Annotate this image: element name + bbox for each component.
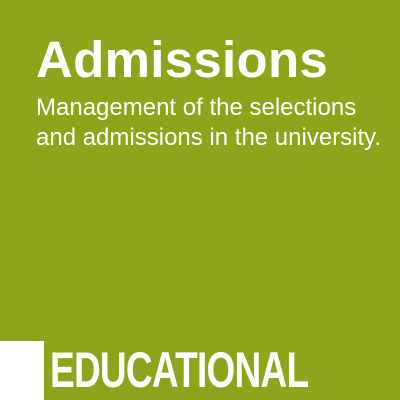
admissions-tile[interactable]: Admissions Management of the selections … — [0, 0, 400, 400]
category-label: EDUCATIONAL — [50, 342, 309, 398]
tile-description: Management of the selections and admissi… — [36, 94, 382, 151]
category-marker — [0, 341, 44, 400]
tile-title: Admissions — [36, 31, 329, 88]
